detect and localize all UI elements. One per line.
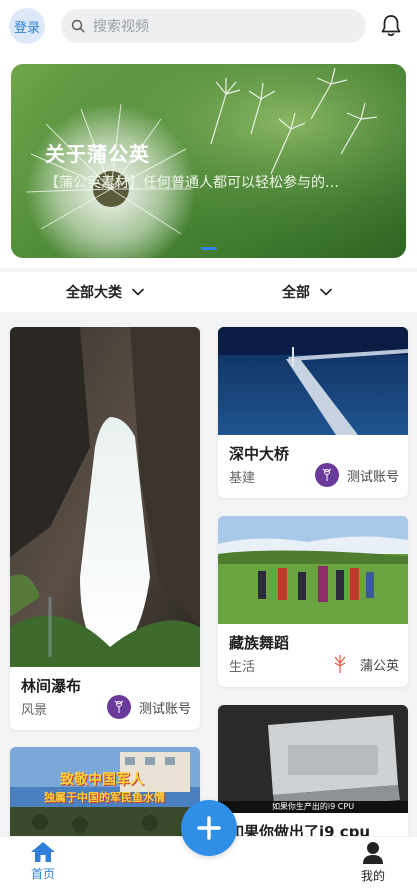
scope-dropdown-label: 全部 [282, 285, 310, 301]
login-button[interactable]: 登录 [9, 8, 45, 44]
filter-bar: 全部大类 全部 [0, 272, 417, 312]
dandelion-logo-icon [114, 700, 124, 713]
top-bar: 登录 搜索视频 [0, 0, 417, 56]
video-card[interactable]: 深中大桥 基建 测试账号 [218, 327, 408, 498]
nav-home[interactable]: 首页 [22, 841, 64, 882]
author-name: 测试账号 [138, 701, 191, 717]
video-card[interactable]: 林间瀑布 风景 测试账号 [10, 327, 200, 730]
nav-mine-label: 我的 [360, 869, 385, 883]
video-card[interactable]: 如果你生产出的i9 CPU 如果你做出了i9 cpu [218, 705, 408, 842]
banner-subtitle: 【蒲公英素材】任何普通人都可以轻松参与的… [45, 175, 339, 191]
author-name: 蒲公英 [359, 658, 399, 674]
bell-icon[interactable] [380, 14, 402, 38]
scope-dropdown[interactable]: 全部 [282, 282, 332, 302]
nav-mine[interactable]: 我的 [352, 841, 394, 884]
author-info[interactable]: 蒲公英 [327, 652, 399, 676]
video-category: 基建 [229, 471, 256, 486]
video-title: 藏族舞蹈 [229, 634, 290, 652]
video-card[interactable]: 致敬中国军人 独属于中国的军民鱼水情 [10, 747, 200, 842]
video-category: 风景 [21, 703, 48, 718]
author-info[interactable]: 测试账号 [106, 695, 191, 719]
author-info[interactable]: 测试账号 [314, 463, 399, 487]
app-screen: 登录 搜索视频 关于蒲公英 【蒲公英素材】任何普通人都可以轻松参与的… 全部大类… [0, 0, 417, 888]
banner-carousel[interactable]: 关于蒲公英 【蒲公英素材】任何普通人都可以轻松参与的… [11, 64, 406, 258]
thumbnail-caption: 如果你生产出的i9 CPU [271, 802, 355, 811]
banner-section: 关于蒲公英 【蒲公英素材】任何普通人都可以轻松参与的… [0, 56, 417, 268]
video-thumbnail [218, 327, 408, 435]
category-dropdown-label: 全部大类 [66, 285, 122, 301]
video-thumbnail [218, 516, 408, 624]
video-card[interactable]: 藏族舞蹈 生活 蒲公英 [218, 516, 408, 687]
video-title: 林间瀑布 [21, 677, 82, 695]
video-thumbnail [10, 327, 200, 667]
avatar [327, 652, 352, 676]
dandelion-logo-icon [334, 655, 346, 673]
author-name: 测试账号 [346, 469, 399, 485]
chevron-down-icon [132, 288, 144, 296]
chevron-down-icon [320, 288, 332, 296]
search-placeholder: 搜索视频 [93, 19, 149, 35]
video-category: 生活 [229, 660, 256, 675]
home-icon [31, 842, 55, 862]
avatar [314, 463, 339, 487]
upload-button[interactable] [181, 800, 237, 856]
search-icon [71, 19, 85, 33]
category-dropdown[interactable]: 全部大类 [66, 282, 144, 302]
video-thumbnail [218, 705, 408, 813]
banner-title: 关于蒲公英 [45, 142, 150, 166]
thumbnail-caption: 致敬中国军人 [60, 772, 144, 788]
plus-icon [197, 816, 221, 840]
video-title: 深中大桥 [229, 445, 290, 463]
nav-home-label: 首页 [30, 867, 55, 881]
carousel-indicator [201, 247, 217, 250]
user-icon [363, 842, 383, 864]
dandelion-logo-icon [322, 468, 332, 481]
thumbnail-caption: 独属于中国的军民鱼水情 [44, 791, 165, 804]
search-input[interactable]: 搜索视频 [61, 9, 366, 43]
avatar [106, 695, 131, 719]
